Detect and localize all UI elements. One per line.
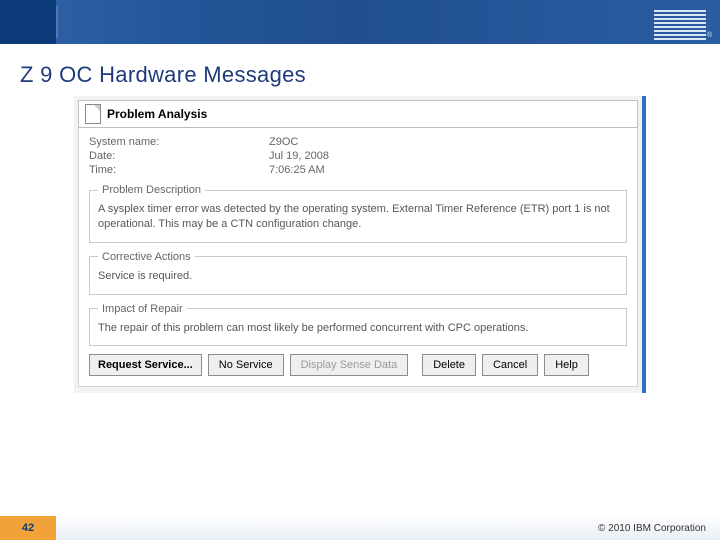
delete-button[interactable]: Delete xyxy=(422,354,476,376)
document-icon xyxy=(85,104,101,124)
header-band: ® xyxy=(0,0,720,44)
system-name-value: Z9OC xyxy=(269,136,627,148)
request-service-button[interactable]: Request Service... xyxy=(89,354,202,376)
time-label: Time: xyxy=(89,164,269,176)
slide-title: Z 9 OC Hardware Messages xyxy=(20,62,720,88)
footer: 42 © 2010 IBM Corporation xyxy=(0,516,720,540)
no-service-button[interactable]: No Service xyxy=(208,354,284,376)
date-label: Date: xyxy=(89,150,269,162)
display-sense-data-button[interactable]: Display Sense Data xyxy=(290,354,409,376)
system-info: System name: Z9OC Date: Jul 19, 2008 Tim… xyxy=(89,136,627,176)
date-value: Jul 19, 2008 xyxy=(269,150,627,162)
copyright-text: © 2010 IBM Corporation xyxy=(598,523,706,534)
corrective-actions-section: Corrective Actions Service is required. xyxy=(89,251,627,295)
window-body: System name: Z9OC Date: Jul 19, 2008 Tim… xyxy=(78,128,638,387)
problem-description-section: Problem Description A sysplex timer erro… xyxy=(89,184,627,243)
corrective-actions-text: Service is required. xyxy=(98,269,618,284)
impact-of-repair-legend: Impact of Repair xyxy=(98,303,187,315)
problem-description-legend: Problem Description xyxy=(98,184,205,196)
cancel-button[interactable]: Cancel xyxy=(482,354,538,376)
corrective-actions-legend: Corrective Actions xyxy=(98,251,195,263)
button-row: Request Service... No Service Display Se… xyxy=(89,354,627,376)
ibm-logo-icon xyxy=(654,10,706,40)
window-title: Problem Analysis xyxy=(107,107,207,121)
system-name-label: System name: xyxy=(89,136,269,148)
problem-description-text: A sysplex timer error was detected by th… xyxy=(98,202,618,232)
registered-mark: ® xyxy=(707,32,712,39)
impact-of-repair-text: The repair of this problem can most like… xyxy=(98,321,618,336)
problem-analysis-window: Problem Analysis System name: Z9OC Date:… xyxy=(74,96,646,393)
header-divider xyxy=(56,6,58,38)
window-titlebar: Problem Analysis xyxy=(78,100,638,128)
impact-of-repair-section: Impact of Repair The repair of this prob… xyxy=(89,303,627,347)
page-number: 42 xyxy=(0,516,56,540)
time-value: 7:06:25 AM xyxy=(269,164,627,176)
help-button[interactable]: Help xyxy=(544,354,589,376)
